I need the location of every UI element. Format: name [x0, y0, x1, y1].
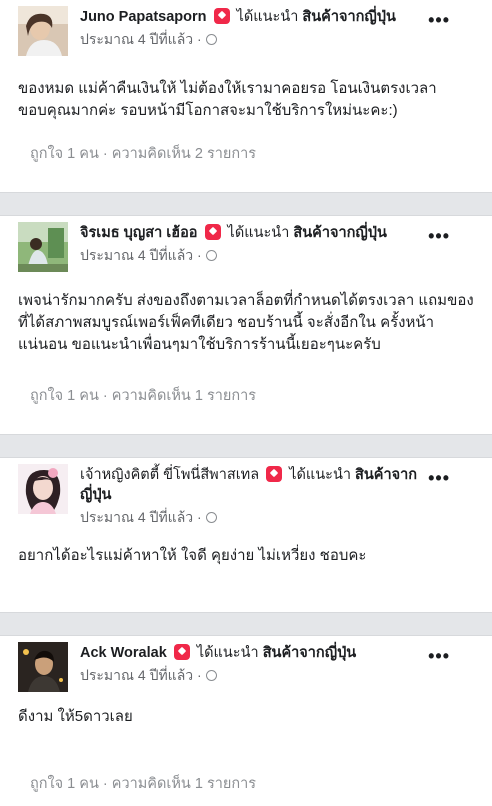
- review-header: เจ้าหญิงคิตตี้ ขี่โพนี่สีพาสเทล ได้แนะนำ…: [18, 458, 474, 527]
- review-text: ของหมด แม่ค้าคืนเงินให้ ไม่ต้องให้เรามาค…: [18, 80, 437, 119]
- recommend-icon: [204, 224, 221, 240]
- page-link[interactable]: สินค้าจากญี่ปุ่น: [293, 225, 387, 241]
- review-meta: เจ้าหญิงคิตตี้ ขี่โพนี่สีพาสเทล ได้แนะนำ…: [80, 464, 474, 527]
- recommend-icon: [266, 466, 283, 482]
- avatar[interactable]: [18, 6, 68, 56]
- page-link[interactable]: สินค้าจากญี่ปุ่น: [302, 9, 396, 25]
- review-card: Ack Woralak ได้แนะนำ สินค้าจากญี่ปุ่น ปร…: [0, 636, 492, 806]
- author-name[interactable]: Ack Woralak: [80, 645, 167, 661]
- globe-icon: [205, 512, 217, 523]
- reviews-feed: Juno Papatsaporn ได้แนะนำ สินค้าจากญี่ปุ…: [0, 0, 492, 806]
- recommend-label: ได้แนะนำ: [289, 467, 351, 483]
- timestamp[interactable]: ประมาณ 4 ปีที่แล้ว ·: [80, 509, 202, 525]
- more-options-icon[interactable]: •••: [428, 10, 450, 31]
- separator: [0, 434, 492, 458]
- separator: [0, 192, 492, 216]
- separator: [0, 612, 492, 636]
- recommend-icon: [173, 644, 190, 660]
- globe-icon: [205, 34, 217, 45]
- avatar[interactable]: [18, 222, 68, 272]
- author-name[interactable]: เจ้าหญิงคิตตี้ ขี่โพนี่สีพาสเทล: [80, 467, 259, 483]
- more-options-icon[interactable]: •••: [428, 646, 450, 667]
- avatar[interactable]: [18, 642, 68, 692]
- review-text: เพจน่ารักมากครับ ส่งของถึงตามเวลาล็อตที่…: [18, 292, 474, 353]
- review-header: Juno Papatsaporn ได้แนะนำ สินค้าจากญี่ปุ…: [18, 0, 474, 56]
- reactions-summary[interactable]: ถูกใจ 1 คน · ความคิดเห็น 2 รายการ: [18, 142, 474, 165]
- page-link[interactable]: สินค้าจากญี่ปุ่น: [263, 645, 357, 661]
- globe-icon: [205, 250, 217, 261]
- reactions-summary[interactable]: ถูกใจ 1 คน · ความคิดเห็น 1 รายการ: [18, 772, 474, 795]
- review-header: Ack Woralak ได้แนะนำ สินค้าจากญี่ปุ่น ปร…: [18, 636, 474, 692]
- review-header: จิรเมธ บุญสา เฮ้ออ ได้แนะนำ สินค้าจากญี่…: [18, 216, 474, 272]
- reactions-summary[interactable]: ถูกใจ 1 คน · ความคิดเห็น 1 รายการ: [18, 384, 474, 407]
- review-text: อยากได้อะไรแม่ค้าหาให้ ใจดี คุยง่าย ไม่เ…: [18, 547, 367, 564]
- timestamp[interactable]: ประมาณ 4 ปีที่แล้ว ·: [80, 667, 202, 683]
- globe-icon: [205, 670, 217, 681]
- review-meta: จิรเมธ บุญสา เฮ้ออ ได้แนะนำ สินค้าจากญี่…: [80, 222, 474, 265]
- recommend-icon: [213, 8, 230, 24]
- review-card: จิรเมธ บุญสา เฮ้ออ ได้แนะนำ สินค้าจากญี่…: [0, 216, 492, 434]
- avatar[interactable]: [18, 464, 68, 514]
- review-card: Juno Papatsaporn ได้แนะนำ สินค้าจากญี่ปุ…: [0, 0, 492, 192]
- author-name[interactable]: จิรเมธ บุญสา เฮ้ออ: [80, 225, 197, 241]
- more-options-icon[interactable]: •••: [428, 468, 450, 489]
- recommend-label: ได้แนะนำ: [227, 225, 290, 241]
- review-card: เจ้าหญิงคิตตี้ ขี่โพนี่สีพาสเทล ได้แนะนำ…: [0, 458, 492, 612]
- author-name[interactable]: Juno Papatsaporn: [80, 9, 207, 25]
- review-meta: Ack Woralak ได้แนะนำ สินค้าจากญี่ปุ่น ปร…: [80, 642, 474, 685]
- review-text: ดีงาม ให้5ดาวเลย: [18, 708, 133, 725]
- recommend-label: ได้แนะนำ: [196, 645, 259, 661]
- timestamp[interactable]: ประมาณ 4 ปีที่แล้ว ·: [80, 247, 202, 263]
- recommend-label: ได้แนะนำ: [236, 9, 299, 25]
- timestamp[interactable]: ประมาณ 4 ปีที่แล้ว ·: [80, 31, 202, 47]
- more-options-icon[interactable]: •••: [428, 226, 450, 247]
- review-meta: Juno Papatsaporn ได้แนะนำ สินค้าจากญี่ปุ…: [80, 6, 474, 49]
